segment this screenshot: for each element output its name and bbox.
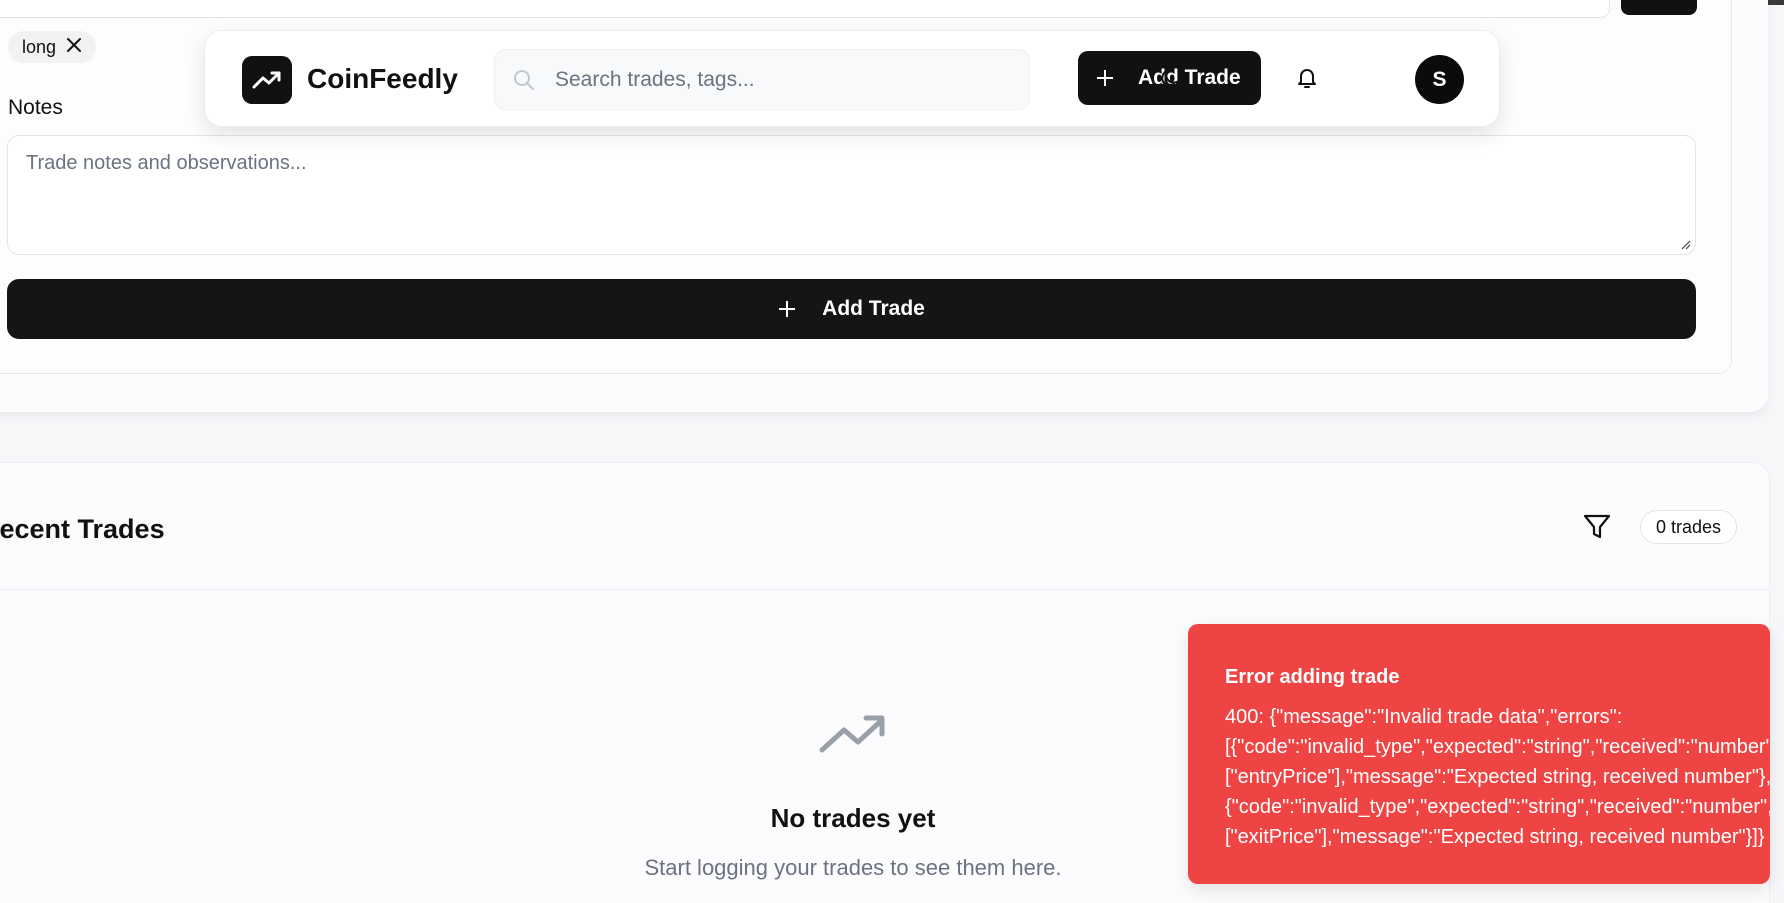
trending-up-icon bbox=[252, 71, 281, 89]
resize-grip-icon[interactable] bbox=[1679, 238, 1691, 250]
filter-icon[interactable] bbox=[1582, 513, 1612, 541]
plus-icon bbox=[778, 296, 796, 322]
tag-input[interactable] bbox=[0, 0, 1610, 18]
submit-add-trade-button[interactable]: Add Trade bbox=[7, 279, 1696, 339]
toast-line: {"code":"invalid_type","expected":"strin… bbox=[1225, 796, 1770, 818]
add-tag-button[interactable] bbox=[1621, 0, 1697, 15]
toast-line: [{"code":"invalid_type","expected":"stri… bbox=[1225, 736, 1770, 758]
toast-message: 400: {"message":"Invalid trade data","er… bbox=[1225, 702, 1770, 852]
notifications-button[interactable] bbox=[1293, 64, 1321, 92]
add-trade-label: Add Trade bbox=[1138, 66, 1241, 89]
search-box[interactable] bbox=[494, 49, 1030, 110]
toast-line: 400: {"message":"Invalid trade data","er… bbox=[1225, 706, 1623, 728]
toast-line: ["exitPrice"],"message":"Expected string… bbox=[1225, 826, 1765, 848]
theme-toggle-button[interactable] bbox=[1157, 64, 1185, 92]
tag-chip: long bbox=[8, 31, 97, 63]
divider bbox=[0, 589, 1770, 590]
submit-add-trade-label: Add Trade bbox=[822, 297, 925, 320]
notes-label: Notes bbox=[8, 96, 63, 119]
error-toast[interactable]: Error adding trade 400: {"message":"Inva… bbox=[1188, 624, 1770, 884]
top-navbar: CoinFeedly Add Trade S bbox=[204, 30, 1500, 127]
trade-count-badge: 0 trades bbox=[1640, 510, 1738, 544]
toast-title: Error adding trade bbox=[1225, 666, 1400, 688]
bell-icon bbox=[1298, 69, 1316, 88]
search-input[interactable] bbox=[555, 50, 1005, 109]
toast-line: ["entryPrice"],"message":"Expected strin… bbox=[1225, 766, 1770, 788]
logo[interactable] bbox=[242, 56, 292, 104]
moon-icon bbox=[1161, 69, 1180, 88]
close-icon[interactable] bbox=[66, 37, 82, 57]
recent-trades-title: Recent Trades bbox=[0, 514, 165, 544]
brand-name[interactable]: CoinFeedly bbox=[307, 63, 458, 95]
notes-textarea[interactable]: Trade notes and observations... bbox=[7, 135, 1696, 255]
avatar[interactable]: S bbox=[1415, 55, 1464, 104]
tag-chip-label: long bbox=[22, 36, 57, 57]
plus-icon bbox=[1096, 65, 1114, 91]
trending-up-icon bbox=[819, 715, 885, 753]
search-icon bbox=[514, 70, 534, 90]
